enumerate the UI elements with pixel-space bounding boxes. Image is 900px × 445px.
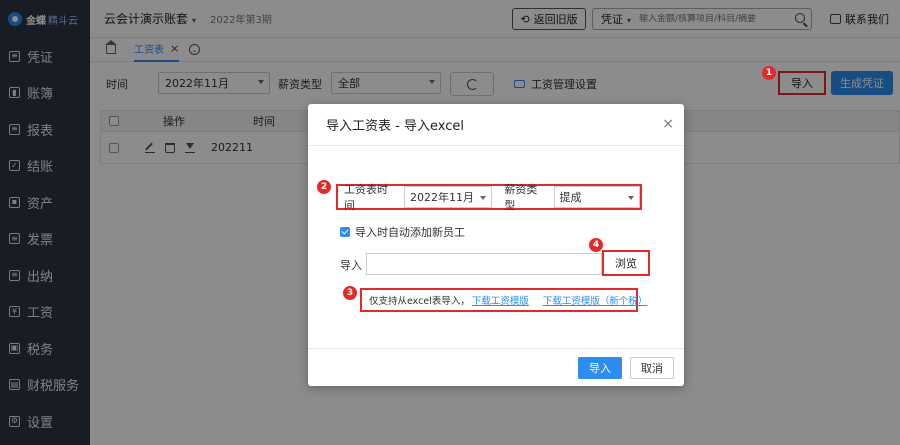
close-icon[interactable]: × — [662, 116, 674, 132]
auto-add-checkbox[interactable] — [340, 227, 350, 237]
confirm-import-button[interactable]: 导入 — [578, 357, 622, 379]
period-value: 2022年11月 — [409, 191, 474, 204]
dialog-period-row: 工资表时间 2022年11月 薪资类型 提成 — [336, 183, 642, 212]
period-label: 工资表时间 — [344, 183, 388, 212]
step-badge-4: 4 — [589, 238, 603, 252]
chevron-down-icon — [480, 196, 487, 200]
dialog-salary-type-value: 提成 — [559, 191, 582, 204]
dialog-footer: 导入 取消 — [308, 348, 684, 386]
download-template-link[interactable]: 下载工资模版 — [472, 293, 529, 307]
step-badge-1: 1 — [762, 66, 776, 80]
step-badge-2: 2 — [317, 180, 331, 194]
template-note-text: 仅支持从excel表导入， — [369, 296, 470, 307]
cancel-button[interactable]: 取消 — [630, 357, 674, 379]
import-file-field[interactable] — [366, 253, 602, 275]
browse-button[interactable]: 浏览 — [602, 250, 650, 276]
period-select[interactable]: 2022年11月 — [403, 186, 493, 208]
browse-label: 浏览 — [615, 257, 637, 270]
dialog-salary-type-select[interactable]: 提成 — [553, 186, 640, 208]
import-file-label: 导入 — [340, 259, 362, 272]
cancel-label: 取消 — [641, 362, 663, 375]
confirm-import-label: 导入 — [589, 362, 611, 375]
template-note: 仅支持从excel表导入， 下载工资模版 下载工资模版（新个税） — [360, 288, 647, 312]
step-badge-3: 3 — [343, 286, 357, 300]
dialog-title: 导入工资表 - 导入excel — [326, 119, 464, 134]
import-dialog: 导入工资表 - 导入excel × 工资表时间 2022年11月 薪资类型 提成… — [308, 104, 684, 386]
auto-add-label: 导入时自动添加新员工 — [355, 226, 465, 239]
download-template-new-tax-link[interactable]: 下载工资模版（新个税） — [543, 293, 648, 307]
chevron-down-icon — [627, 196, 634, 200]
auto-add-employee-option[interactable]: 导入时自动添加新员工 — [340, 224, 465, 240]
dialog-salary-type-label: 薪资类型 — [504, 183, 538, 212]
dialog-header: 导入工资表 - 导入excel — [308, 104, 684, 146]
